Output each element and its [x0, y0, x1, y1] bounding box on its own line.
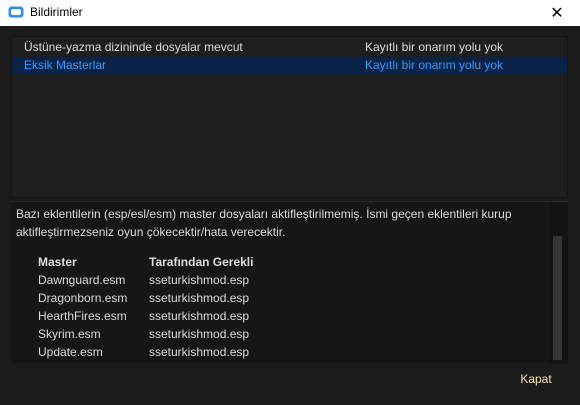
required-by-cell: sseturkishmod.esp — [149, 291, 250, 305]
close-icon: ✕ — [550, 5, 564, 22]
master-cell: Dragonborn.esm — [38, 291, 128, 305]
scrollbar-thumb[interactable] — [553, 236, 562, 360]
issue-description: Eksik Masterlar — [24, 58, 107, 72]
close-button[interactable]: Kapat — [508, 368, 564, 390]
issue-description: Üstüne-yazma dizininde dosyalar mevcut — [24, 40, 243, 54]
app-icon — [8, 6, 24, 18]
master-cell: Update.esm — [38, 345, 103, 359]
master-cell: Dawnguard.esm — [38, 273, 126, 287]
column-header-master: Master — [38, 255, 77, 269]
detail-scrollbar[interactable] — [550, 202, 568, 364]
required-by-cell: sseturkishmod.esp — [149, 345, 250, 359]
issue-detail-panel: Bazı eklentilerin (esp/esl/esm) master d… — [11, 201, 568, 364]
required-by-cell: sseturkishmod.esp — [149, 273, 250, 287]
master-cell: Skyrim.esm — [38, 327, 101, 341]
column-header-required-by: Tarafından Gerekli — [149, 255, 254, 269]
required-by-cell: sseturkishmod.esp — [149, 309, 250, 323]
required-by-cell: sseturkishmod.esp — [149, 327, 250, 341]
issue-fix: Kayıtlı bir onarım yolu yok — [365, 40, 504, 54]
title-bar: Bildirimler ✕ — [0, 0, 580, 26]
issue-row[interactable]: Üstüne-yazma dizininde dosyalar mevcut K… — [12, 39, 567, 56]
issues-list[interactable]: Üstüne-yazma dizininde dosyalar mevcut K… — [11, 36, 568, 198]
master-cell: HearthFires.esm — [38, 309, 127, 323]
issue-fix: Kayıtlı bir onarım yolu yok — [365, 58, 504, 72]
dialog-body: Üstüne-yazma dizininde dosyalar mevcut K… — [0, 26, 580, 405]
issue-detail-text: Bazı eklentilerin (esp/esl/esm) master d… — [16, 207, 512, 239]
close-window-button[interactable]: ✕ — [534, 0, 580, 26]
issue-row-selected[interactable]: Eksik Masterlar Kayıtlı bir onarım yolu … — [12, 57, 567, 74]
window-title: Bildirimler — [30, 5, 83, 19]
